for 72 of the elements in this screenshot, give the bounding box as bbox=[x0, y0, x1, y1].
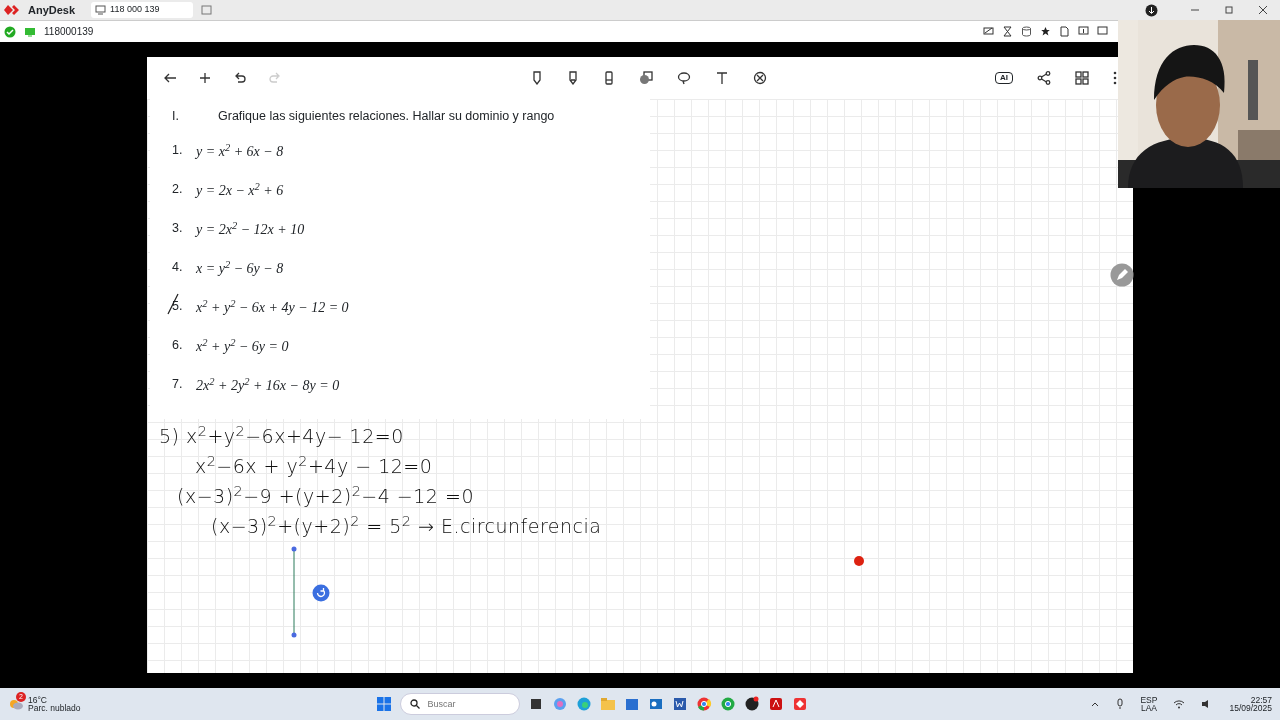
pointer-dot-icon bbox=[853, 555, 865, 567]
weather-icon[interactable] bbox=[8, 697, 24, 711]
share-icon[interactable] bbox=[1037, 71, 1051, 85]
monitor-icon bbox=[24, 26, 36, 37]
mail-app-icon[interactable] bbox=[648, 696, 665, 712]
handwritten-equation: (x−3)$^{2}$−9 +(y+2)$^{2}$−4 −12 =0 bbox=[176, 481, 475, 509]
handwritten-equation: (x−3)$^{2}$+(y+2)$^{2}$ = 5$^{2}$ → E.circunferencia bbox=[210, 511, 602, 539]
microphone-icon[interactable] bbox=[1116, 698, 1125, 710]
highlighter-icon[interactable] bbox=[603, 71, 615, 85]
ai-button[interactable]: AI bbox=[995, 72, 1013, 84]
document-app-icon[interactable] bbox=[672, 696, 689, 712]
display-icon[interactable] bbox=[1078, 26, 1089, 37]
monitor-icon[interactable] bbox=[1097, 26, 1108, 37]
problem-number: 5. bbox=[172, 297, 196, 316]
back-icon[interactable] bbox=[163, 71, 177, 85]
formula-text: x$^{2}$ + y$^{2}$ − 6x + 4y − 12 = 0 bbox=[196, 297, 349, 317]
formula-text: 2x$^{2}$ + 2y$^{2}$ + 16x − 8y = 0 bbox=[196, 375, 340, 395]
hourglass-icon[interactable] bbox=[1002, 26, 1013, 37]
handwritten-equation: 5) x$^{2}$+y$^{2}$−6x+4y− 12=0 bbox=[159, 421, 405, 449]
search-field[interactable]: Buscar bbox=[400, 693, 521, 715]
more-icon[interactable] bbox=[1113, 71, 1117, 85]
clock-time[interactable]: 22:57 bbox=[1229, 695, 1272, 704]
wifi-icon[interactable] bbox=[1173, 699, 1186, 709]
pencil-icon[interactable] bbox=[567, 71, 579, 85]
problem-number: 2. bbox=[172, 181, 184, 198]
pen-icon[interactable] bbox=[531, 71, 543, 85]
edit-pencil-icon[interactable] bbox=[1110, 263, 1134, 287]
database-icon[interactable] bbox=[1021, 26, 1032, 37]
file-icon[interactable] bbox=[1059, 26, 1070, 37]
problem-number: 4. bbox=[172, 259, 184, 276]
search-icon bbox=[410, 699, 421, 709]
formula-text: y = 2x − x$^{2}$ + 6 bbox=[196, 180, 284, 200]
formula-text: x$^{2}$ + y$^{2}$ − 6y = 0 bbox=[196, 336, 289, 356]
clock-date[interactable]: 15/09/2025 bbox=[1229, 704, 1272, 713]
store-icon[interactable] bbox=[624, 696, 641, 712]
shapes-icon[interactable] bbox=[639, 71, 653, 85]
text-tool-icon[interactable] bbox=[715, 71, 729, 85]
app-name: AnyDesk bbox=[28, 2, 76, 18]
worksheet-heading: Grafique las siguientes relaciones. Hallar su dominio y rango bbox=[218, 108, 555, 125]
heading-number: I. bbox=[172, 108, 180, 125]
language-text[interactable]: ESP bbox=[1140, 695, 1158, 704]
formula-text: y = x$^{2}$ + 6x − 8 bbox=[196, 141, 284, 161]
problem-number: 3. bbox=[172, 220, 184, 237]
formula-text: y = 2x$^{2}$ − 12x + 10 bbox=[196, 219, 305, 239]
selected-line-drawing[interactable] bbox=[290, 546, 298, 638]
grid-view-icon[interactable] bbox=[1075, 71, 1089, 85]
problem-number: 1. bbox=[172, 142, 184, 159]
monitor-icon bbox=[95, 5, 107, 15]
star-icon[interactable] bbox=[1040, 26, 1051, 37]
formula-text: x = y$^{2}$ − 6y − 8 bbox=[196, 258, 284, 278]
screen-icon[interactable] bbox=[983, 26, 994, 37]
session-tab[interactable]: 118 000 139 bbox=[91, 2, 194, 18]
address-text: 118000139 bbox=[44, 25, 94, 39]
eraser-icon[interactable] bbox=[753, 71, 767, 85]
new-tab-icon[interactable] bbox=[201, 4, 213, 16]
download-icon[interactable] bbox=[1145, 3, 1158, 17]
undo-icon[interactable] bbox=[233, 71, 247, 85]
problem-number: 6. bbox=[172, 337, 184, 354]
problem-number: 7. bbox=[172, 376, 184, 393]
weather-text: Parc. nublado bbox=[28, 704, 81, 713]
lasso-icon[interactable] bbox=[677, 71, 691, 85]
close-icon[interactable] bbox=[1258, 5, 1268, 15]
anydesk-logo-icon bbox=[4, 4, 20, 16]
maximize-icon[interactable] bbox=[1224, 5, 1234, 15]
keyboard-layout-text[interactable]: LAA bbox=[1140, 704, 1158, 713]
redo-icon bbox=[268, 71, 282, 85]
connected-check-icon bbox=[4, 25, 16, 38]
add-icon[interactable] bbox=[198, 71, 212, 85]
start-icon[interactable] bbox=[376, 696, 393, 712]
rotate-handle-icon[interactable] bbox=[312, 584, 330, 602]
handwritten-equation: x$^{2}$−6x + y$^{2}$+4y − 12=0 bbox=[194, 451, 434, 479]
temperature-text: 16°C bbox=[28, 695, 48, 704]
